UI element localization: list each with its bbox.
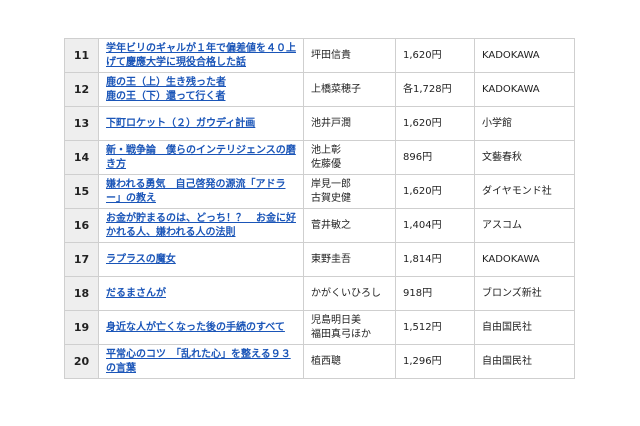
publisher-cell: KADOKAWA	[474, 242, 575, 277]
rank-number: 15	[64, 174, 99, 209]
rank-number: 12	[64, 72, 99, 107]
table-row: 13 下町ロケット（２）ガウディ計画 池井戸潤 1,620円 小学館	[64, 106, 575, 141]
rank-number: 13	[64, 106, 99, 141]
publisher-cell: 文藝春秋	[474, 140, 575, 175]
author-cell: 岸見一郎 古賀史健	[303, 174, 396, 209]
price-cell: 1,620円	[395, 174, 475, 209]
author-cell: 池井戸潤	[303, 106, 396, 141]
table-row: 12 鹿の王（上）生き残った者 鹿の王（下）還って行く者 上橋菜穂子 各1,728円 KA…	[64, 72, 575, 107]
author-name: 岸見一郎	[311, 178, 351, 190]
price-cell: 896円	[395, 140, 475, 175]
book-title-cell: 学年ビリのギャルが１年で偏差値を４０上げて慶應大学に現役合格した話	[98, 38, 304, 73]
author-cell: 池上彰 佐藤優	[303, 140, 396, 175]
book-ranking-table: 11 学年ビリのギャルが１年で偏差値を４０上げて慶應大学に現役合格した話 坪田信貴 1…	[64, 38, 575, 379]
table-row: 11 学年ビリのギャルが１年で偏差値を４０上げて慶應大学に現役合格した話 坪田信貴 1…	[64, 38, 575, 73]
rank-number: 20	[64, 344, 99, 379]
publisher-cell: アスコム	[474, 208, 575, 243]
publisher-cell: KADOKAWA	[474, 38, 575, 73]
book-title-link[interactable]: 鹿の王（上）生き残った者	[106, 76, 296, 90]
author-name: 佐藤優	[311, 158, 341, 170]
price-cell: 1,296円	[395, 344, 475, 379]
book-title-link[interactable]: だるまさんが	[106, 287, 296, 301]
publisher-cell: 自由国民社	[474, 344, 575, 379]
table-row: 15 嫌われる勇気 自己啓発の源流「アドラー」の教え 岸見一郎 古賀史健 1,620円ダ…	[64, 174, 575, 209]
publisher-cell: 自由国民社	[474, 310, 575, 345]
rank-number: 18	[64, 276, 99, 311]
author-cell: 児島明日美福田真弓ほか	[303, 310, 396, 345]
table-row: 18 だるまさんが かがくいひろし 918円 ブロンズ新社	[64, 276, 575, 311]
author-name: 植西聰	[311, 355, 341, 367]
price-cell: 918円	[395, 276, 475, 311]
book-title-cell: 新・戦争論 僕らのインテリジェンスの磨き方	[98, 140, 304, 175]
book-title-cell: だるまさんが	[98, 276, 304, 311]
author-name: 坪田信貴	[311, 49, 351, 61]
book-title-link[interactable]: 下町ロケット（２）ガウディ計画	[106, 117, 296, 131]
author-name: 児島明日美	[311, 314, 361, 326]
book-title-link[interactable]: 鹿の王（下）還って行く者	[106, 90, 296, 104]
author-name: 上橋菜穂子	[311, 83, 361, 95]
book-title-cell: お金が貯まるのは、どっち！？ お金に好かれる人、嫌われる人の法則	[98, 208, 304, 243]
author-cell: 坪田信貴	[303, 38, 396, 73]
rank-number: 17	[64, 242, 99, 277]
ranking-table-body: 11 学年ビリのギャルが１年で偏差値を４０上げて慶應大学に現役合格した話 坪田信貴 1…	[64, 38, 575, 379]
author-name: 菅井敏之	[311, 219, 351, 231]
book-title-link[interactable]: お金が貯まるのは、どっち！？ お金に好かれる人、嫌われる人の法則	[106, 212, 296, 240]
author-cell: 菅井敏之	[303, 208, 396, 243]
author-cell: かがくいひろし	[303, 276, 396, 311]
author-name: 池井戸潤	[311, 117, 351, 129]
price-cell: 1,512円	[395, 310, 475, 345]
author-cell: 上橋菜穂子	[303, 72, 396, 107]
rank-number: 14	[64, 140, 99, 175]
book-title-cell: 下町ロケット（２）ガウディ計画	[98, 106, 304, 141]
publisher-cell: KADOKAWA	[474, 72, 575, 107]
book-title-link[interactable]: 身近な人が亡くなった後の手続のすべて	[106, 321, 296, 335]
table-row: 17 ラプラスの魔女 東野圭吾 1,814円 KADOKAWA	[64, 242, 575, 277]
author-name: 池上彰	[311, 144, 341, 156]
book-title-link[interactable]: 新・戦争論 僕らのインテリジェンスの磨き方	[106, 144, 296, 172]
author-name: かがくいひろし	[311, 287, 381, 299]
author-name: 古賀史健	[311, 192, 351, 204]
price-cell: 各1,728円	[395, 72, 475, 107]
table-row: 19 身近な人が亡くなった後の手続のすべて 児島明日美 福田真弓ほか 1,512円 自由国…	[64, 310, 575, 345]
price-cell: 1,814円	[395, 242, 475, 277]
book-title-cell: 身近な人が亡くなった後の手続のすべて	[98, 310, 304, 345]
publisher-cell: ブロンズ新社	[474, 276, 575, 311]
price-cell: 1,404円	[395, 208, 475, 243]
rank-number: 19	[64, 310, 99, 345]
book-title-link[interactable]: 平常心のコツ 「乱れた心」を整える９３の言葉	[106, 348, 296, 376]
author-name: 東野圭吾	[311, 253, 351, 265]
table-row: 16 お金が貯まるのは、どっち！？ お金に好かれる人、嫌われる人の法則 菅井敏之 1,…	[64, 208, 575, 243]
author-cell: 植西聰	[303, 344, 396, 379]
table-row: 20 平常心のコツ 「乱れた心」を整える９３の言葉 植西聰 1,296円 自由国民社	[64, 344, 575, 379]
book-title-cell: 嫌われる勇気 自己啓発の源流「アドラー」の教え	[98, 174, 304, 209]
publisher-cell: 小学館	[474, 106, 575, 141]
book-title-link[interactable]: ラプラスの魔女	[106, 253, 296, 267]
book-title-link[interactable]: 学年ビリのギャルが１年で偏差値を４０上げて慶應大学に現役合格した話	[106, 42, 296, 70]
rank-number: 11	[64, 38, 99, 73]
price-cell: 1,620円	[395, 38, 475, 73]
table-row: 14 新・戦争論 僕らのインテリジェンスの磨き方 池上彰 佐藤優 896円 文藝春秋	[64, 140, 575, 175]
author-name: 福田真弓ほか	[311, 328, 371, 340]
book-title-cell: 平常心のコツ 「乱れた心」を整える９３の言葉	[98, 344, 304, 379]
author-cell: 東野圭吾	[303, 242, 396, 277]
book-title-cell: 鹿の王（上）生き残った者 鹿の王（下）還って行く者	[98, 72, 304, 107]
book-title-link[interactable]: 嫌われる勇気 自己啓発の源流「アドラー」の教え	[106, 178, 296, 206]
book-title-cell: ラプラスの魔女	[98, 242, 304, 277]
rank-number: 16	[64, 208, 99, 243]
publisher-cell: ダイヤモンド社	[474, 174, 575, 209]
price-cell: 1,620円	[395, 106, 475, 141]
